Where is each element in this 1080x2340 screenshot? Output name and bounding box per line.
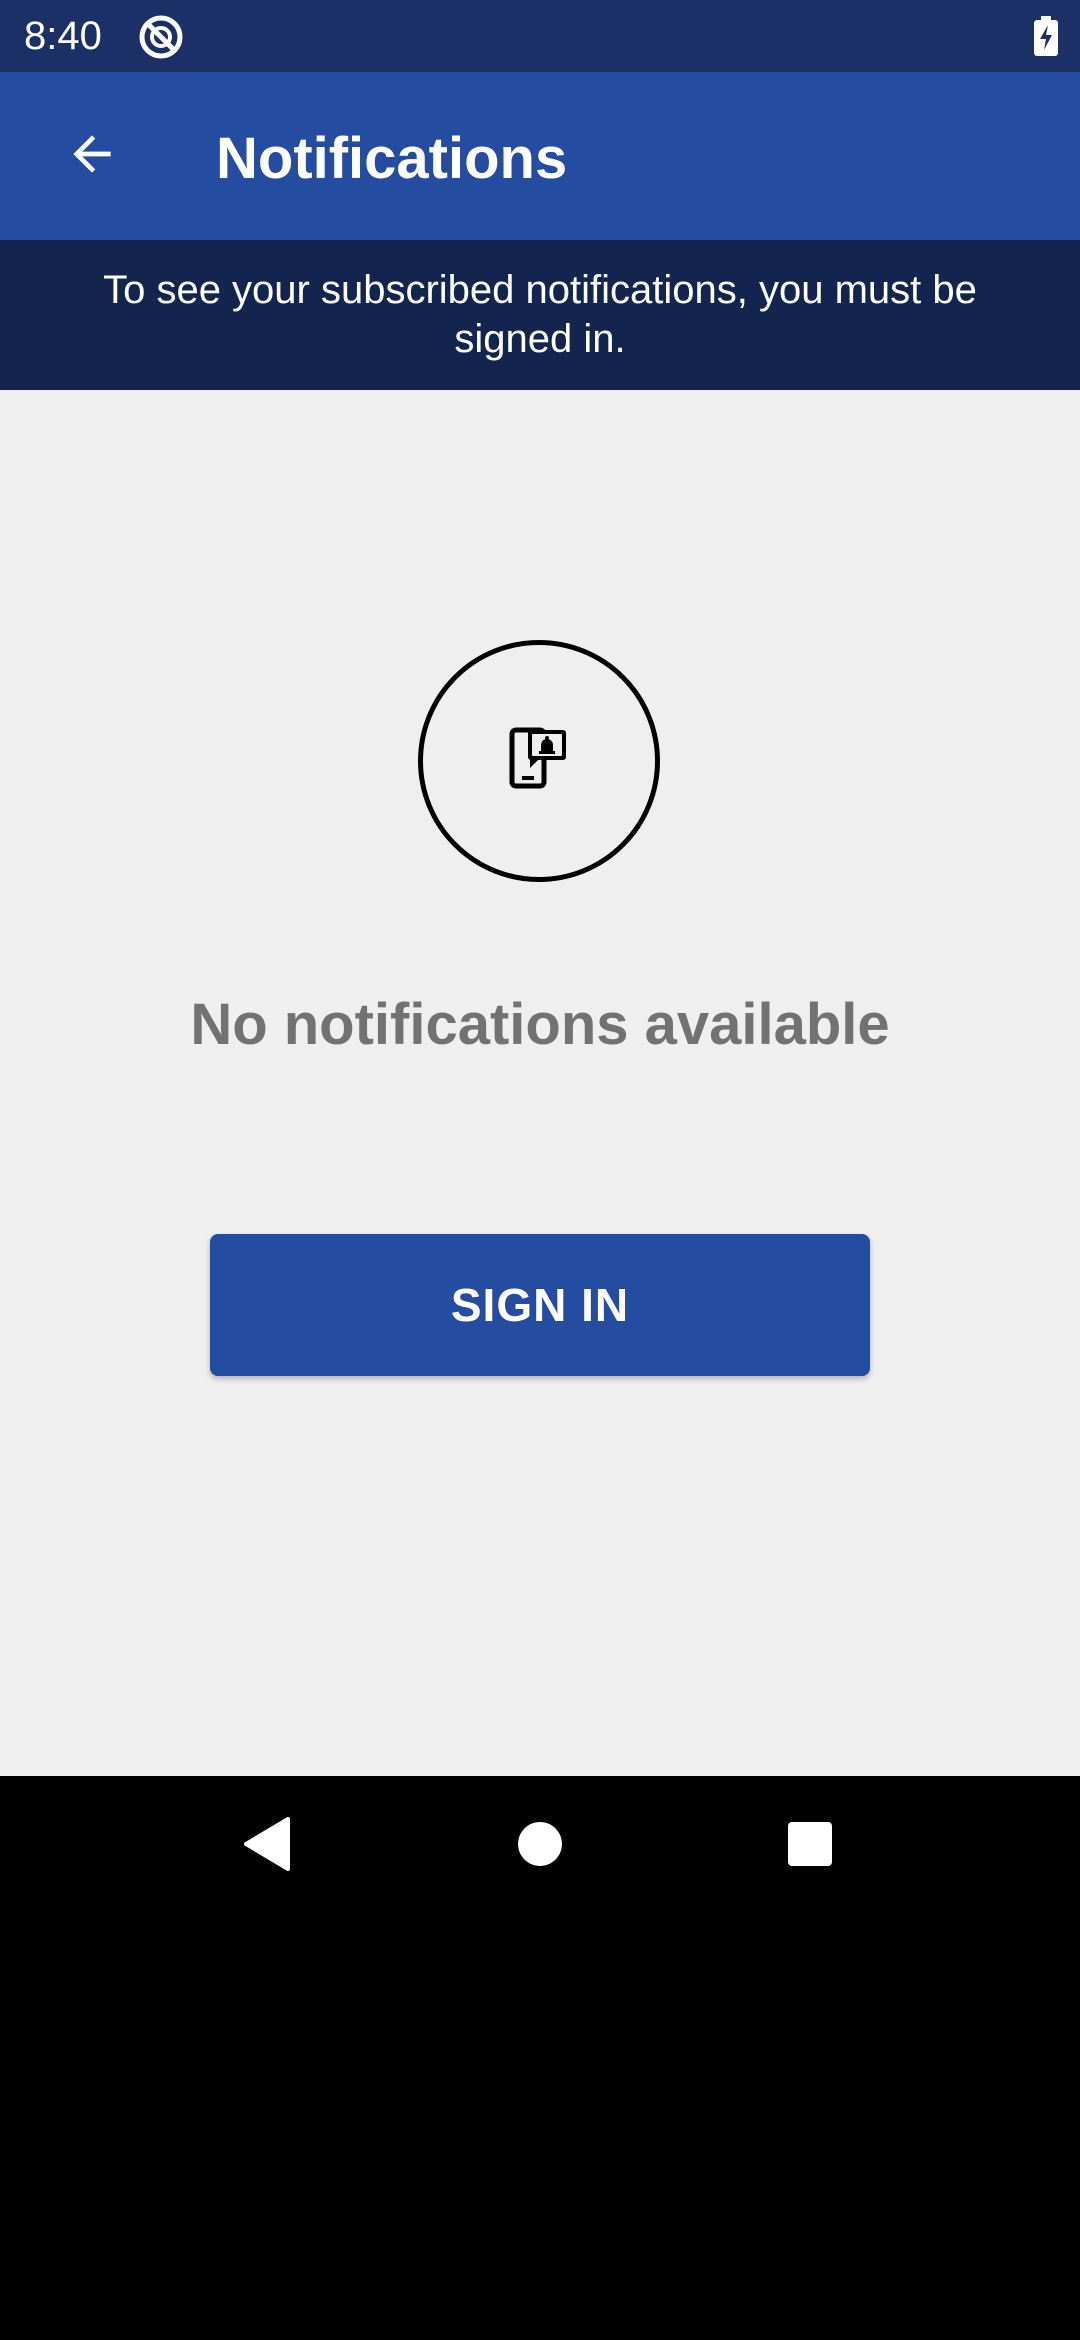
arrow-back-icon	[64, 126, 120, 187]
nav-recents-icon	[787, 1821, 833, 1872]
back-button[interactable]	[44, 108, 140, 204]
nav-home-icon	[517, 1821, 563, 1872]
system-nav-bar	[0, 1776, 1080, 1920]
nav-back-button[interactable]	[218, 1796, 318, 1896]
nav-recents-button[interactable]	[760, 1796, 860, 1896]
app-bar: Notifications	[0, 72, 1080, 240]
empty-state-circle	[418, 640, 660, 882]
nav-home-button[interactable]	[490, 1796, 590, 1896]
status-time: 8:40	[24, 14, 102, 58]
empty-state: No notifications available SIGN IN	[0, 390, 1080, 1776]
battery-charging-icon	[1034, 16, 1058, 56]
sign-in-button[interactable]: SIGN IN	[210, 1234, 870, 1376]
nav-back-icon	[244, 1816, 292, 1876]
banner-text: To see your subscribed notifications, yo…	[103, 268, 977, 361]
page-title: Notifications	[216, 126, 568, 191]
status-bar: 8:40	[0, 0, 1080, 72]
phone-notification-bell-icon	[508, 726, 570, 797]
sign-in-banner: To see your subscribed notifications, yo…	[0, 240, 1080, 390]
sync-status-icon	[138, 14, 184, 60]
empty-state-title: No notifications available	[190, 992, 890, 1057]
